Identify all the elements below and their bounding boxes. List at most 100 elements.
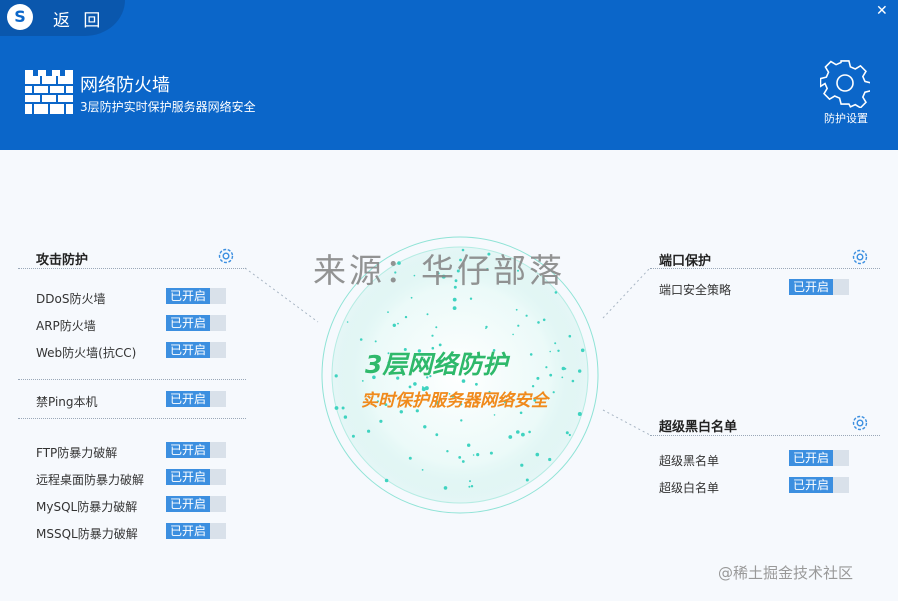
sphere-dot bbox=[571, 379, 575, 383]
sphere-dot bbox=[408, 456, 412, 460]
center-title: 3层网络防护 bbox=[365, 350, 508, 379]
sphere-dot bbox=[467, 443, 471, 447]
sphere-dot bbox=[410, 296, 413, 299]
sphere-dot bbox=[446, 450, 449, 453]
back-button[interactable]: S 返 回 bbox=[0, 0, 125, 36]
block-ping-toggle[interactable]: 已开启 bbox=[166, 391, 226, 407]
page-title: 网络防火墙 bbox=[80, 75, 170, 96]
sphere-dot bbox=[361, 380, 364, 382]
divider bbox=[18, 268, 246, 269]
sphere-dot bbox=[564, 367, 567, 370]
sphere-dot bbox=[537, 321, 540, 324]
sphere-dot bbox=[460, 419, 463, 422]
arp-firewall-toggle[interactable]: 已开启 bbox=[166, 315, 226, 331]
header-banner: S 返 回 ✕ 网络防火墙 3层防护实时保护服务器网络安全 防护设置 bbox=[0, 0, 898, 150]
super-blacklist-label: 超级黑名单 bbox=[659, 454, 720, 468]
sphere-dot bbox=[528, 430, 531, 434]
divider bbox=[650, 435, 880, 436]
sphere-dot bbox=[549, 350, 551, 353]
sphere-dot bbox=[568, 334, 572, 338]
mssql-bruteforce-toggle[interactable]: 已开启 bbox=[166, 523, 226, 539]
sphere-dot bbox=[452, 297, 457, 302]
sphere-dot bbox=[565, 431, 569, 435]
sphere-dot bbox=[435, 326, 438, 329]
sphere-dot bbox=[554, 342, 557, 345]
sphere-dot bbox=[578, 369, 582, 373]
web-firewall-toggle[interactable]: 已开启 bbox=[166, 342, 226, 358]
block-ping-label: 禁Ping本机 bbox=[36, 395, 98, 409]
divider bbox=[650, 268, 880, 269]
sphere-dot bbox=[525, 314, 528, 317]
sphere-dot bbox=[508, 435, 513, 439]
ddos-firewall-label: DDoS防火墙 bbox=[36, 292, 106, 306]
sphere-dot bbox=[557, 349, 560, 352]
sphere-dot bbox=[351, 434, 355, 438]
sphere-dot bbox=[469, 297, 473, 300]
sphere-dot bbox=[458, 456, 462, 459]
sphere-dot bbox=[334, 406, 339, 410]
ftp-bruteforce-label: FTP防暴力破解 bbox=[36, 446, 118, 460]
footer-watermark: @稀土掘金技术社区 bbox=[718, 564, 854, 582]
sphere-dot bbox=[535, 452, 540, 457]
back-label: 返 回 bbox=[53, 11, 105, 31]
page-subtitle: 3层防护实时保护服务器网络安全 bbox=[80, 100, 256, 114]
sphere-dot bbox=[525, 478, 529, 482]
sphere-dot bbox=[387, 311, 389, 313]
sphere-dot bbox=[548, 457, 552, 462]
rdp-bruteforce-toggle[interactable]: 已开启 bbox=[166, 469, 226, 485]
sphere-dot bbox=[545, 366, 548, 369]
sphere-dot bbox=[343, 415, 348, 419]
sphere-dot bbox=[452, 306, 457, 310]
sphere-dot bbox=[374, 340, 377, 343]
sphere-dot bbox=[421, 469, 424, 471]
sphere-dot bbox=[461, 460, 465, 463]
sphere-dot bbox=[529, 353, 533, 356]
divider bbox=[18, 418, 246, 419]
sphere-dot bbox=[468, 485, 471, 488]
sphere-dot bbox=[485, 325, 488, 329]
sphere-dot bbox=[568, 433, 571, 437]
sphere-dot bbox=[469, 480, 471, 483]
sphere-dot bbox=[346, 321, 349, 323]
sphere-dot bbox=[536, 376, 540, 380]
sphere-dot bbox=[392, 323, 396, 327]
sphere-dot bbox=[561, 376, 564, 379]
sphere-dot bbox=[367, 429, 371, 433]
port-settings-gear-icon[interactable] bbox=[851, 248, 869, 266]
sphere-dot bbox=[397, 322, 399, 325]
sphere-dot bbox=[341, 406, 345, 410]
source-watermark: 来源：华仔部落 bbox=[313, 251, 565, 290]
mysql-bruteforce-label: MySQL防暴力破解 bbox=[36, 500, 138, 514]
port-security-policy-label: 端口安全策略 bbox=[659, 283, 732, 297]
super-whitelist-label: 超级白名单 bbox=[659, 481, 720, 495]
super-blacklist-toggle[interactable]: 已开启 bbox=[789, 450, 849, 466]
attack-protection-title: 攻击防护 bbox=[36, 253, 89, 268]
close-icon[interactable]: ✕ bbox=[876, 3, 888, 19]
sphere-dot bbox=[542, 318, 546, 322]
sphere-dot bbox=[519, 411, 523, 415]
super-whitelist-toggle[interactable]: 已开启 bbox=[789, 477, 849, 493]
port-security-policy-toggle[interactable]: 已开启 bbox=[789, 279, 849, 295]
protection-settings-label[interactable]: 防护设置 bbox=[820, 110, 872, 126]
sphere-dot bbox=[443, 486, 448, 490]
sphere-dot bbox=[476, 453, 480, 457]
sphere-dot bbox=[431, 334, 434, 337]
attack-settings-gear-icon[interactable] bbox=[217, 247, 235, 265]
sphere-dot bbox=[580, 348, 585, 353]
firewall-wall-icon bbox=[25, 70, 73, 114]
mysql-bruteforce-toggle[interactable]: 已开启 bbox=[166, 496, 226, 512]
divider bbox=[18, 379, 246, 380]
sphere-dot bbox=[435, 433, 439, 437]
sphere-dot bbox=[520, 463, 524, 467]
ftp-bruteforce-toggle[interactable]: 已开启 bbox=[166, 442, 226, 458]
protection-settings-gear-icon[interactable] bbox=[820, 58, 870, 108]
sphere-dot bbox=[423, 425, 427, 429]
sphere-dot bbox=[512, 333, 514, 336]
mssql-bruteforce-label: MSSQL防暴力破解 bbox=[36, 527, 138, 541]
arp-firewall-label: ARP防火墙 bbox=[36, 319, 96, 333]
list-settings-gear-icon[interactable] bbox=[851, 414, 869, 432]
sphere-dot bbox=[552, 391, 555, 394]
sphere-dot bbox=[489, 451, 493, 455]
ddos-firewall-toggle[interactable]: 已开启 bbox=[166, 288, 226, 304]
sphere-dot bbox=[517, 324, 520, 327]
